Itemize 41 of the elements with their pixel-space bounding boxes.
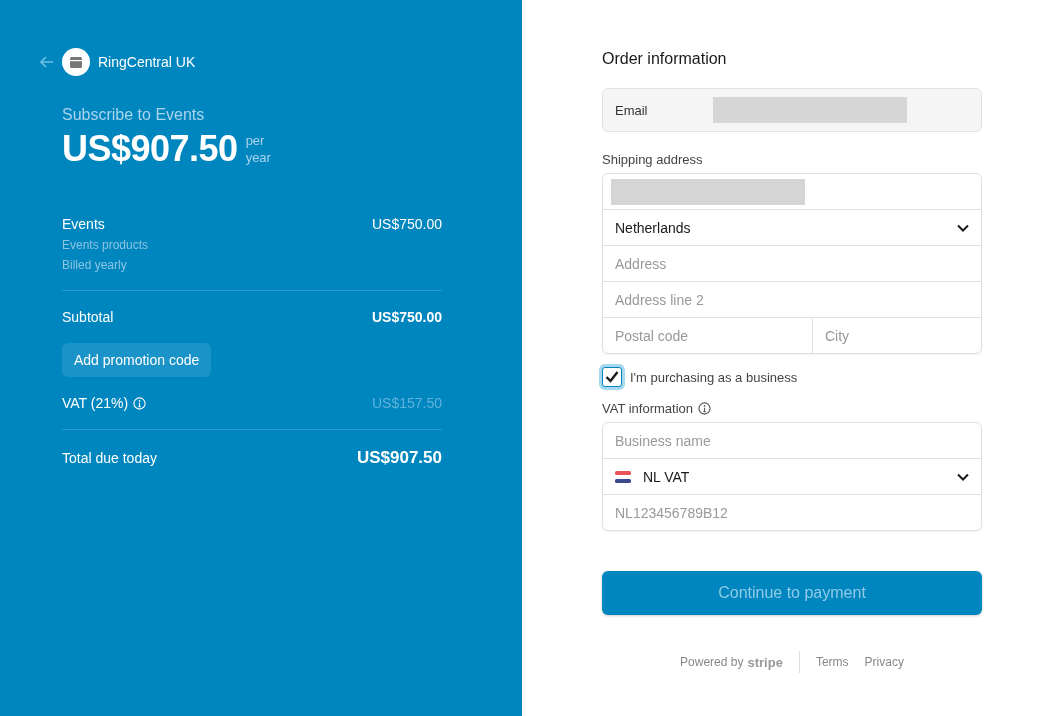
vat-type-select[interactable]: NL VAT [603,458,981,494]
checkbox-label: I'm purchasing as a business [630,369,798,385]
powered-by-text: Powered by [680,655,744,669]
subtotal-amount: US$750.00 [371,309,442,325]
info-icon [133,396,147,410]
postal-code-field[interactable]: Postal code [603,318,812,353]
chevron-down-icon [957,223,969,232]
vat-label: VAT (21%) [62,395,129,411]
address-line-field[interactable]: Address line 2 [603,282,981,317]
footer-link[interactable]: Privacy [864,655,904,669]
item-detail: Events products [62,238,149,252]
subtotal-label: Subtotal [62,309,114,325]
footer-link[interactable]: Terms [815,655,849,669]
total-price: US$907.50 [62,128,238,170]
vat-form[interactable]: Business name NL VAT NL123456789B12 [602,422,982,531]
address-form[interactable]: Netherlands Address Address line 2 Postal code City [602,173,982,354]
period-label: year [245,149,271,166]
flag-icon [615,470,631,483]
business-name-field[interactable]: Business name [603,423,981,458]
merchant-name: RingCentral UK [98,54,196,70]
item-name: Events [62,216,106,232]
email-field[interactable]: Email [602,88,982,132]
vat-amount: US$157.50 [371,395,442,411]
business-checkbox[interactable] [602,367,622,387]
item-detail: Billed yearly [62,258,128,272]
vat-number-field[interactable]: NL123456789B12 [603,495,981,530]
section-title: Order information [602,50,728,68]
store-logo [62,48,90,76]
info-icon [698,402,712,415]
field-label: VAT information [602,401,694,416]
item-amount: US$750.00 [371,216,442,234]
chevron-down-icon [957,472,969,481]
product-title: Subscribe to Events [62,106,206,124]
total-label: Total due today [62,450,157,466]
period-label: per [245,132,266,149]
address-field[interactable]: Address [603,246,981,281]
total-amount: US$907.50 [356,448,442,468]
back-arrow-icon[interactable] [40,56,54,68]
city-field[interactable]: City [813,318,981,353]
country-select[interactable]: Netherlands [603,209,981,245]
field-label: Shipping address [602,152,704,167]
